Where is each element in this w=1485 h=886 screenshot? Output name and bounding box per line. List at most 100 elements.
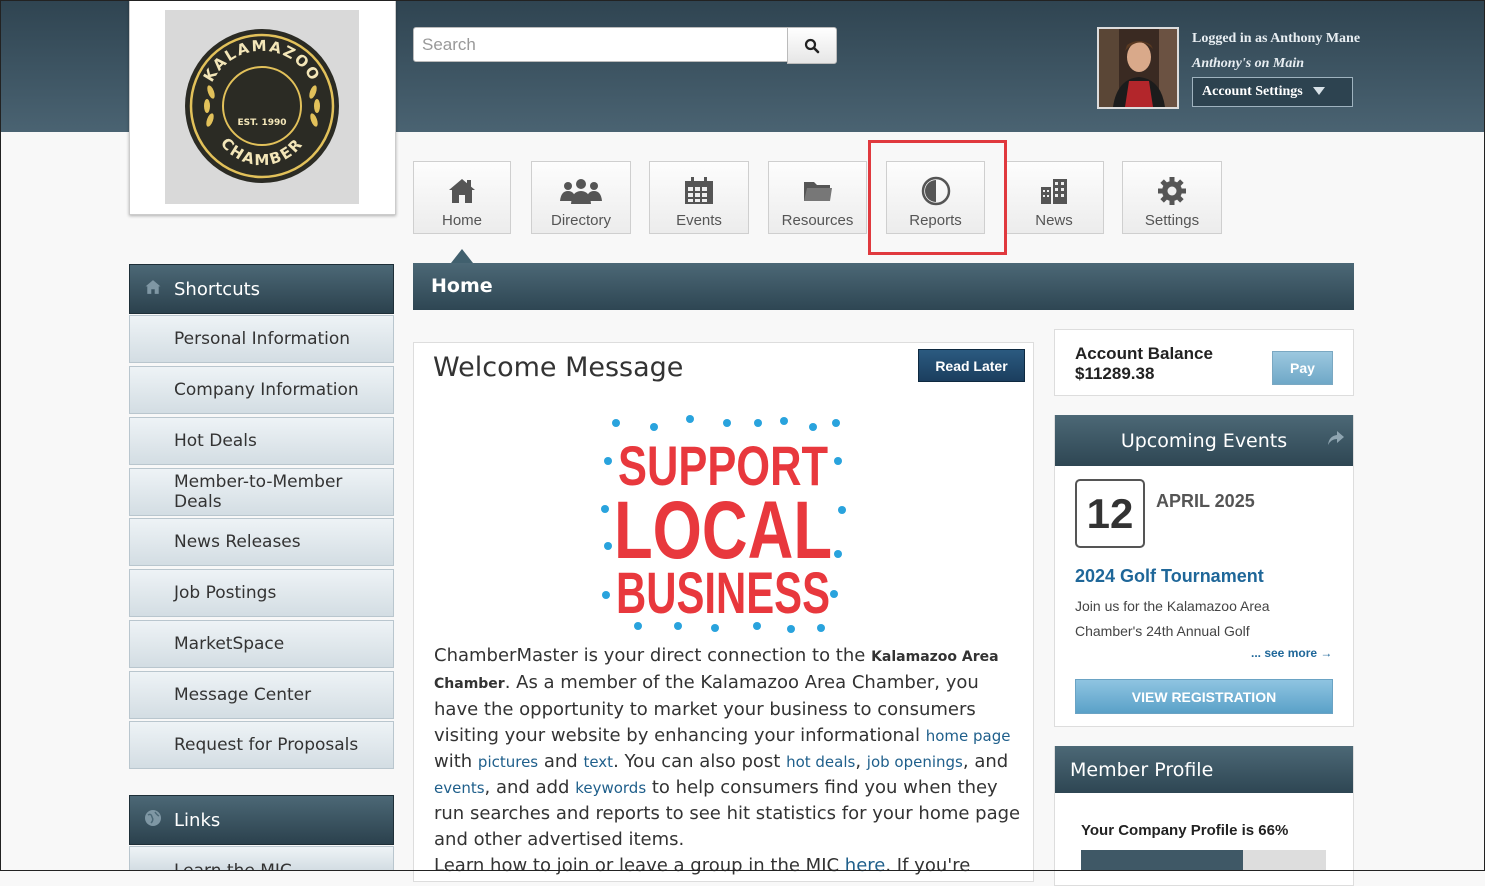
member-profile-header: Member Profile: [1055, 746, 1353, 793]
calendar-icon: [650, 172, 748, 210]
text-link[interactable]: text: [583, 753, 613, 771]
nav-label-events: Events: [676, 212, 722, 229]
shortcut-label: Request for Proposals: [174, 735, 359, 755]
shortcut-label: Company Information: [174, 380, 359, 400]
nav-label-settings: Settings: [1144, 212, 1200, 229]
shortcut-news-releases[interactable]: News Releases: [129, 518, 394, 566]
shortcut-label: MarketSpace: [174, 634, 285, 654]
event-description: Join us for the Kalamazoo Area Chamber's…: [1075, 598, 1270, 639]
member-profile-title: Member Profile: [1070, 758, 1214, 781]
shortcut-label: Job Postings: [174, 583, 277, 603]
chamber-logo-frame[interactable]: KALAMAZOO CHAMBER EST. 1990: [129, 0, 396, 215]
nav-tile-news[interactable]: News: [1004, 161, 1104, 234]
shortcuts-header: Shortcuts: [129, 264, 394, 314]
section-title: Home: [431, 275, 493, 297]
shortcut-message-center[interactable]: Message Center: [129, 671, 394, 719]
caret-down-icon: [1312, 84, 1325, 100]
shortcut-job-postings[interactable]: Job Postings: [129, 569, 394, 617]
shortcut-label: Hot Deals: [174, 431, 257, 451]
body-text-segment: Learn how to join or leave a group in th…: [434, 855, 845, 876]
shortcuts-title: Shortcuts: [174, 278, 261, 300]
shortcut-personal-information[interactable]: Personal Information: [129, 315, 394, 363]
gear-icon: [1123, 172, 1221, 210]
nav-tile-resources[interactable]: Resources: [768, 161, 867, 234]
see-more-link[interactable]: ... see more →: [1251, 646, 1332, 660]
search-bar: [413, 27, 837, 64]
nav-label-resources: Resources: [781, 212, 854, 229]
shortcut-label: Member-to-Member Deals: [174, 472, 343, 512]
shortcut-label: Message Center: [174, 685, 312, 705]
link-learn-the-mic[interactable]: Learn the MIC: [129, 846, 394, 871]
body-text-segment: . You can also post: [613, 751, 787, 772]
reports-highlight-box: [868, 140, 1007, 255]
upcoming-events-title: Upcoming Events: [1120, 429, 1288, 452]
body-text-segment: . If you're: [885, 855, 971, 876]
event-title-link[interactable]: 2024 Golf Tournament: [1075, 566, 1264, 587]
image-text-business: BUSINESS: [616, 561, 830, 626]
shortcut-hot-deals[interactable]: Hot Deals: [129, 417, 394, 465]
nav-tile-home[interactable]: Home: [413, 161, 511, 234]
company-name: Anthony's on Main: [1192, 56, 1305, 71]
home-icon: [414, 172, 510, 210]
upcoming-events-header: Upcoming Events: [1055, 415, 1353, 466]
profile-completion-bar: [1081, 850, 1326, 871]
shortcut-label: Personal Information: [174, 329, 351, 349]
account-balance-label: Account Balance $11289.38: [1075, 344, 1213, 384]
account-balance-title: Account Balance: [1075, 344, 1213, 363]
user-avatar[interactable]: [1097, 27, 1179, 109]
folder-icon: [769, 172, 866, 210]
welcome-body-text: ChamberMaster is your direct connection …: [434, 643, 1024, 879]
shortcut-company-information[interactable]: Company Information: [129, 366, 394, 414]
account-settings-button[interactable]: Account Settings: [1192, 77, 1353, 107]
body-text-segment: , and add: [484, 777, 576, 798]
search-input[interactable]: [413, 27, 788, 62]
here-link[interactable]: here: [845, 855, 886, 876]
buildings-icon: [1005, 172, 1103, 210]
links-header: Links: [129, 795, 394, 845]
shortcut-request-for-proposals[interactable]: Request for Proposals: [129, 721, 394, 769]
view-registration-button[interactable]: VIEW REGISTRATION: [1075, 679, 1333, 714]
welcome-title: Welcome Message: [433, 352, 684, 383]
search-button[interactable]: [787, 27, 837, 64]
shortcut-marketspace[interactable]: MarketSpace: [129, 620, 394, 668]
body-text-segment: ,: [855, 751, 867, 772]
hot-deals-link[interactable]: hot deals: [786, 753, 855, 771]
keywords-link[interactable]: keywords: [575, 779, 646, 797]
shortcut-label: News Releases: [174, 532, 301, 552]
pictures-link[interactable]: pictures: [478, 753, 538, 771]
events-link[interactable]: events: [434, 779, 485, 797]
nav-label-home: Home: [441, 212, 482, 229]
body-text-segment: ChamberMaster is your direct connection …: [434, 645, 872, 666]
account-balance-amount: $11289.38: [1075, 364, 1155, 383]
profile-completion-label: Your Company Profile is 66%: [1081, 822, 1289, 839]
section-title-bar: Home: [413, 263, 1354, 310]
event-date-month: APRIL 2025: [1156, 491, 1255, 511]
home-icon: [144, 279, 162, 300]
nav-label-directory: Directory: [550, 212, 611, 229]
search-icon: [804, 38, 820, 53]
read-later-button[interactable]: Read Later: [918, 349, 1025, 382]
pay-button[interactable]: Pay: [1272, 351, 1333, 385]
account-settings-label: Account Settings: [1202, 84, 1303, 99]
active-tab-caret: [451, 249, 473, 263]
globe-icon: [144, 809, 162, 832]
logged-in-text: Logged in as Anthony Mane: [1192, 31, 1361, 46]
logo-established-text: EST. 1990: [237, 118, 286, 128]
nav-tile-events[interactable]: Events: [649, 161, 749, 234]
people-icon: [532, 172, 630, 210]
body-text-segment: , and: [962, 751, 1009, 772]
job-openings-link[interactable]: job openings: [867, 753, 963, 771]
support-local-business-image: SUPPORT LOCAL BUSINESS: [598, 411, 848, 636]
profile-completion-fill: [1081, 850, 1243, 871]
chamber-logo: KALAMAZOO CHAMBER EST. 1990: [165, 10, 359, 204]
nav-tile-settings[interactable]: Settings: [1122, 161, 1222, 234]
event-date-day: 12: [1075, 479, 1145, 548]
nav-tile-directory[interactable]: Directory: [531, 161, 631, 234]
home-page-link[interactable]: home page: [926, 727, 1011, 745]
link-label: Learn the MIC: [174, 861, 292, 871]
share-arrow-icon[interactable]: [1327, 429, 1345, 451]
body-text-segment: with: [434, 751, 478, 772]
body-text-segment: and: [538, 751, 584, 772]
shortcut-member-to-member-deals[interactable]: Member-to-Member Deals: [129, 468, 394, 516]
links-title: Links: [174, 809, 221, 831]
